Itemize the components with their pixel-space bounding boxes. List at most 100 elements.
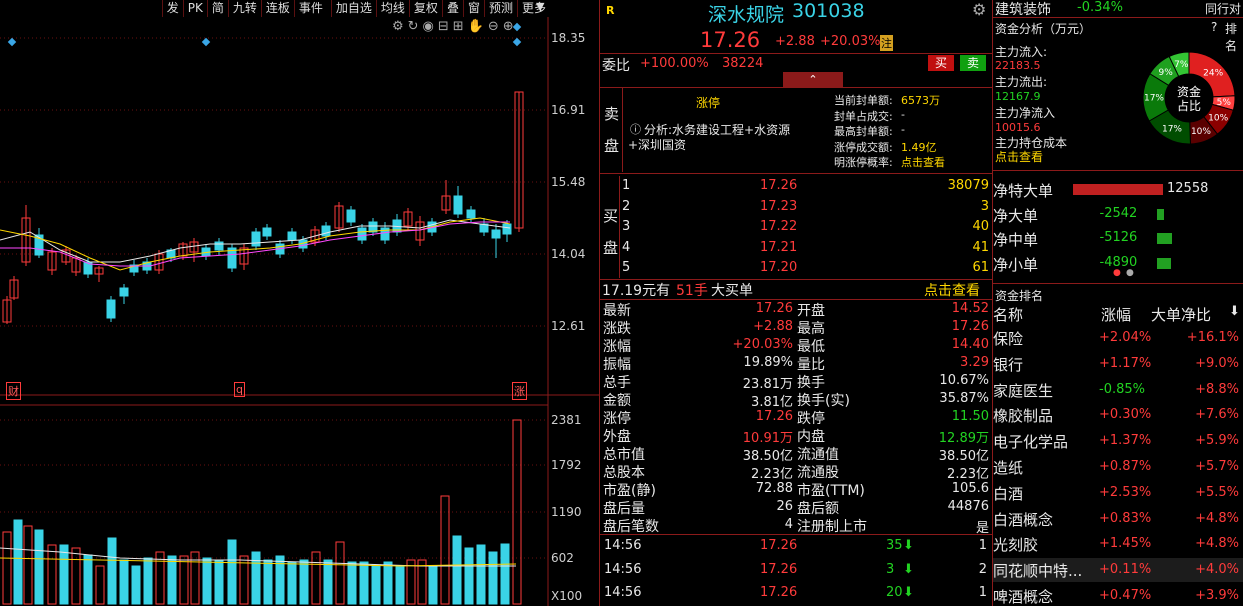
ranking-row[interactable]: 白酒 +2.53% +5.5% xyxy=(993,481,1243,505)
big-order-link[interactable]: 点击查看 xyxy=(924,280,980,300)
stat-row: 盘后量 26 盘后额 44876 xyxy=(603,499,989,517)
volume-bar xyxy=(335,541,345,605)
info-icon: ⓘ xyxy=(630,123,641,136)
limit-info-value[interactable]: 点击查看 xyxy=(901,154,945,170)
volume-tick: 1792 xyxy=(551,458,582,472)
volume-bar xyxy=(299,559,309,605)
ranking-header[interactable]: 涨幅 xyxy=(1101,304,1131,325)
price-tick: 15.48 xyxy=(551,175,586,189)
stat-row: 涨幅 +20.03% 最低 14.40 xyxy=(603,337,989,355)
page-dot-active[interactable]: ● xyxy=(1113,268,1121,278)
fund-panel: 建筑装饰 -0.34% 同行对 资金分析（万元） ? 排名 主力流入: 2218… xyxy=(993,0,1243,606)
bid-row[interactable]: 5 17.20 61 xyxy=(600,260,993,278)
stat-row: 总股本 2.23亿 流通股 2.23亿 xyxy=(603,465,989,482)
volume-bar xyxy=(23,525,33,605)
volume-bar xyxy=(71,547,81,605)
net-order-bar xyxy=(1157,257,1172,269)
kline-chart-panel[interactable]: 发 PK 简九转 连板 事件 加自选 均线 复权叠窗预测 更多 ▼ 18.35 16.91 15.4… xyxy=(0,0,600,606)
sell-button[interactable]: 卖 xyxy=(960,55,986,71)
help-icon[interactable]: ? xyxy=(1211,20,1217,34)
volume-tick: 2381 xyxy=(551,413,582,427)
net-order-bar xyxy=(1073,184,1163,195)
ranking-row[interactable]: 保险 +2.04% +16.1% xyxy=(993,326,1243,350)
volume-bar xyxy=(323,559,333,605)
stat-row: 总市值 38.50亿 流通值 38.50亿 xyxy=(603,447,989,464)
candle-body xyxy=(466,209,476,219)
net-order-bar xyxy=(1157,233,1172,244)
candle-body xyxy=(491,229,501,239)
stat-row: 外盘 10.91万 内盘 12.89万 xyxy=(603,429,989,446)
cost-link[interactable]: 点击查看 xyxy=(995,148,1043,165)
bid-row[interactable]: 2 17.23 3 xyxy=(600,199,993,217)
gear-icon[interactable]: ⚙ xyxy=(972,0,986,19)
net-order-value: 12558 xyxy=(1167,181,1209,196)
stat-row: 涨跌 +2.88 最高 17.26 xyxy=(603,319,989,337)
limit-analysis-tag[interactable]: +深圳国资 xyxy=(628,136,686,153)
candle-body xyxy=(119,287,129,297)
volume-bar xyxy=(488,551,498,605)
candle-body xyxy=(106,299,116,319)
kline-svg xyxy=(0,17,600,606)
buy-button[interactable]: 买 xyxy=(928,55,954,71)
tick-row: 14:56 17.26 20 ⬇ 1 xyxy=(604,585,987,600)
big-order-row: 17.19元有 51手 大买单 点击查看 xyxy=(600,280,993,300)
peer-tab[interactable]: 同行对 xyxy=(1205,0,1241,17)
bid-row[interactable]: 3 17.22 40 xyxy=(600,219,993,237)
stock-code: 301038 xyxy=(792,0,865,22)
fund-pie-chart: 24%5%10%10%17%17%9%7%资金占比 xyxy=(1142,51,1236,145)
event-marker[interactable]: 涨 xyxy=(512,382,527,400)
volume-bar xyxy=(428,565,438,605)
limit-info-label: 封单占成交: xyxy=(834,109,893,123)
volume-bar xyxy=(83,554,93,605)
price-tick: 12.61 xyxy=(551,319,586,333)
collapse-tab[interactable]: ⌃ xyxy=(783,72,843,87)
arrow-down-icon: ⬇ xyxy=(903,538,914,553)
volume-bar xyxy=(263,559,273,605)
volume-bar xyxy=(214,559,224,605)
sort-down-icon[interactable]: ⬇ xyxy=(1229,304,1240,319)
stat-row: 盘后笔数 4 注册制上市是 xyxy=(603,517,989,536)
stat-row: 涨停 17.26 跌停 11.50 xyxy=(603,409,989,427)
volume-bar xyxy=(95,565,105,605)
event-marker[interactable]: q xyxy=(234,382,245,397)
stock-tag: R xyxy=(606,4,615,17)
register-badge: 注 xyxy=(880,35,893,51)
candle-body xyxy=(502,223,512,235)
bid-row[interactable]: 4 17.21 41 xyxy=(600,240,993,258)
volume-bar xyxy=(131,565,141,605)
ranking-row[interactable]: 家庭医生 -0.85% +8.8% xyxy=(993,378,1243,402)
bid-row[interactable]: 1 17.26 38079 xyxy=(600,178,993,196)
ranking-row[interactable]: 电子化学品 +1.37% +5.9% xyxy=(993,429,1243,453)
stat-row: 市盈(静) 72.88 市盈(TTM) 105.6 xyxy=(603,481,989,499)
volume-bar xyxy=(371,564,381,605)
diamond-marker xyxy=(201,37,211,47)
volume-bar xyxy=(13,519,23,605)
ranking-row[interactable]: 同花顺中特... +0.11% +4.0% xyxy=(993,558,1243,583)
ranking-header[interactable]: 名称 xyxy=(993,304,1023,325)
volume-bar xyxy=(359,561,369,605)
stock-change: +2.88 xyxy=(775,34,815,49)
volume-bar xyxy=(47,544,57,605)
candle-body xyxy=(214,241,224,251)
ranking-row[interactable]: 光刻胶 +1.45% +4.8% xyxy=(993,532,1243,556)
candle-body xyxy=(321,225,331,237)
stat-row: 振幅 19.89% 量比 3.29 xyxy=(603,355,989,373)
volume-bar xyxy=(143,557,153,605)
ranking-row[interactable]: 橡胶制品 +0.30% +7.6% xyxy=(993,403,1243,427)
ranking-row[interactable]: 银行 +1.17% +9.0% xyxy=(993,352,1243,376)
ranking-row[interactable]: 啤酒概念 +0.47% +3.9% xyxy=(993,584,1243,606)
ranking-row[interactable]: 白酒概念 +0.83% +4.8% xyxy=(993,507,1243,531)
tick-row: 14:56 17.26 3 ⬇ 2 xyxy=(604,561,987,577)
pie-center-label: 占比 xyxy=(1177,98,1201,113)
candle-body xyxy=(357,227,367,241)
limit-info-label: 涨停成交额: xyxy=(834,140,893,154)
limit-info-label: 最高封单额: xyxy=(834,125,893,138)
volume-tick: 602 xyxy=(551,551,574,565)
ranking-header[interactable]: 大单净比 xyxy=(1151,304,1211,325)
pie-center-label: 资金 xyxy=(1177,84,1201,99)
ranking-row[interactable]: 造纸 +0.87% +5.7% xyxy=(993,455,1243,479)
page-dot[interactable]: ● xyxy=(1126,268,1134,278)
sector-pct: -0.34% xyxy=(1077,0,1123,15)
volume-bar xyxy=(395,565,405,605)
event-marker[interactable]: 财 xyxy=(6,382,21,400)
